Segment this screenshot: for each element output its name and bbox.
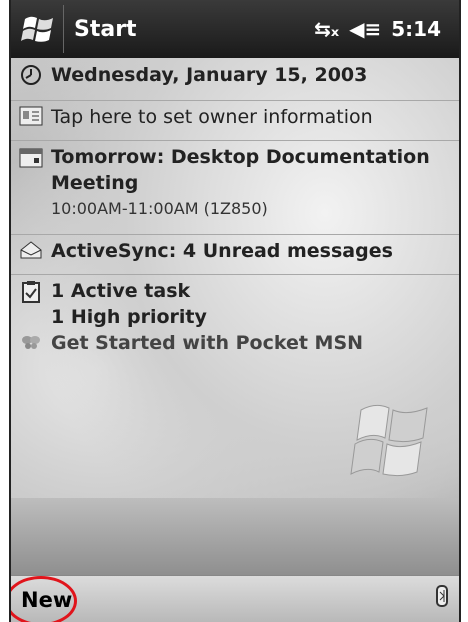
input-panel-icon[interactable] xyxy=(435,584,453,616)
windows-logo-icon xyxy=(341,398,441,488)
clock[interactable]: 5:14 xyxy=(391,17,441,41)
start-flag-icon[interactable] xyxy=(15,5,64,53)
activesync-text: ActiveSync: 4 Unread messages xyxy=(51,240,393,262)
owner-card-icon xyxy=(11,100,51,126)
title-bar: Start ⇆ₓ ◀≡ 5:14 xyxy=(11,0,459,58)
today-item-msn[interactable]: Get Started with Pocket MSN xyxy=(11,326,459,366)
task-clipboard-icon xyxy=(11,274,51,304)
today-item-activesync[interactable]: ActiveSync: 4 Unread messages xyxy=(11,234,459,275)
pocketpc-screen: Start ⇆ₓ ◀≡ 5:14 Wednesday, January 15, … xyxy=(9,0,461,622)
calendar-icon xyxy=(11,140,51,168)
new-button[interactable]: New xyxy=(11,575,78,622)
owner-info-text: Tap here to set owner information xyxy=(51,106,373,128)
status-area: ⇆ₓ ◀≡ 5:14 xyxy=(314,17,441,41)
appointment-time: 10:00AM-11:00AM (1Z850) xyxy=(51,199,268,218)
appointment-block: Tomorrow: Desktop Documentation Meeting … xyxy=(51,140,430,222)
msn-text: Get Started with Pocket MSN xyxy=(51,332,364,354)
appointment-title-line1: Tomorrow: Desktop Documentation xyxy=(51,146,430,168)
clock-icon xyxy=(11,58,51,86)
date-text: Wednesday, January 15, 2003 xyxy=(51,64,368,86)
command-bar: New xyxy=(11,575,459,622)
window-title: Start xyxy=(74,16,137,42)
today-item-appointment[interactable]: Tomorrow: Desktop Documentation Meeting … xyxy=(11,140,459,235)
background-horizon xyxy=(11,498,459,575)
appointment-title-line2: Meeting xyxy=(51,172,139,194)
tasks-block: 1 Active task 1 High priority xyxy=(51,274,207,330)
today-item-owner[interactable]: Tap here to set owner information xyxy=(11,100,459,141)
today-item-date[interactable]: Wednesday, January 15, 2003 xyxy=(11,58,459,101)
inbox-envelope-icon xyxy=(11,234,51,260)
today-item-tasks[interactable]: 1 Active task 1 High priority xyxy=(11,274,459,334)
tasks-active: 1 Active task xyxy=(51,280,191,302)
speaker-icon[interactable]: ◀≡ xyxy=(349,17,381,41)
today-screen: Wednesday, January 15, 2003 Tap here to … xyxy=(11,58,459,575)
highlight-circle xyxy=(11,575,77,622)
connectivity-icon[interactable]: ⇆ₓ xyxy=(314,17,339,41)
msn-butterfly-icon xyxy=(11,326,51,352)
